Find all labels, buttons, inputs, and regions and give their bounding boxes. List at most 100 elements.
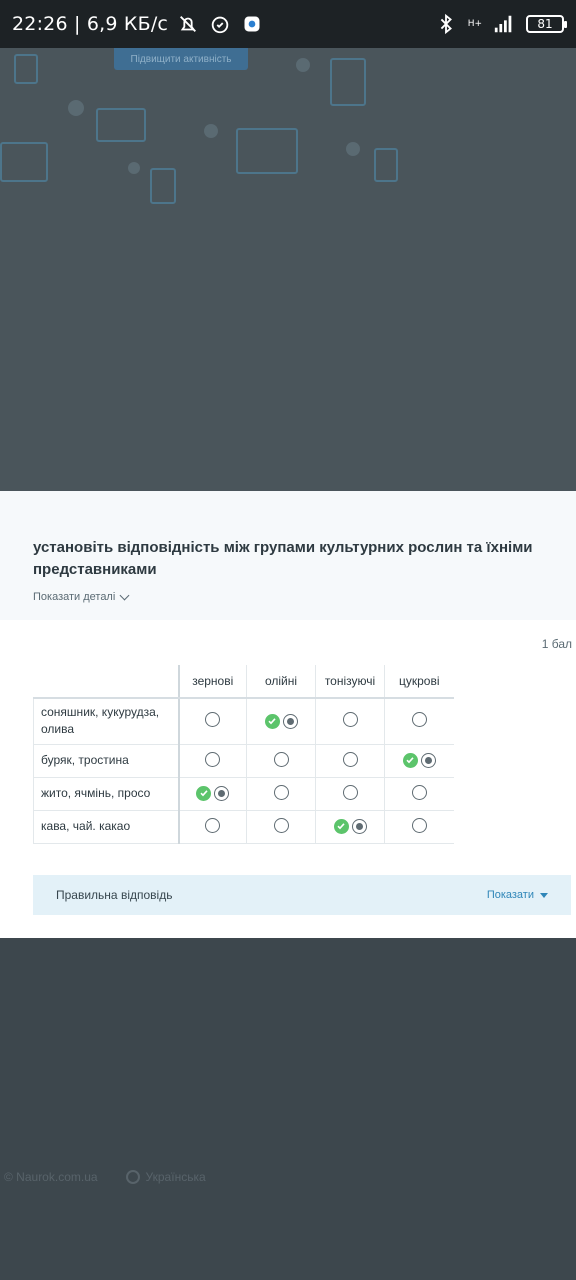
radio-button-selected[interactable]	[351, 818, 367, 834]
radio-button[interactable]	[411, 784, 427, 800]
matrix-cell	[177, 810, 247, 844]
matrix-corner	[33, 665, 179, 699]
decor-person-icon	[128, 162, 140, 174]
show-correct-answer-button[interactable]: Показати	[487, 889, 548, 901]
radio-button[interactable]	[205, 817, 221, 833]
row-label: кава, чай. какао	[33, 810, 179, 844]
radio-button[interactable]	[342, 784, 358, 800]
matrix-header-row: зернові олійні тонізуючі цукрові	[33, 665, 454, 699]
cell-content	[333, 818, 367, 834]
radio-button[interactable]	[273, 751, 289, 767]
matrix-cell	[177, 698, 247, 745]
row-label: соняшник, кукурудза, олива	[33, 698, 179, 745]
cell-content	[205, 712, 221, 728]
cell-content	[342, 712, 358, 728]
column-header: цукрові	[384, 665, 454, 699]
cell-content	[273, 817, 289, 833]
correct-answer-label: Правильна відповідь	[56, 888, 173, 902]
row-label: жито, ячмінь, просо	[33, 777, 179, 811]
cell-content	[411, 784, 427, 800]
correct-check-icon	[264, 713, 280, 729]
battery-level: 81	[537, 17, 553, 31]
signal-icon	[492, 12, 516, 36]
matrix-cell	[315, 810, 385, 844]
show-details-toggle[interactable]: Показати деталі	[33, 590, 543, 603]
matrix-row: жито, ячмінь, просо	[33, 777, 454, 811]
decor-screen-icon	[0, 142, 48, 182]
matrix-cell	[384, 698, 454, 745]
status-time-speed: 22:26 | 6,9 КБ/с	[12, 13, 169, 35]
caret-down-icon	[540, 892, 548, 898]
decor-monitor-icon	[236, 128, 298, 174]
chevron-down-icon	[119, 590, 130, 601]
decor-person-icon	[204, 124, 218, 138]
column-header: зернові	[177, 665, 247, 699]
cell-content	[342, 751, 358, 767]
matrix-row: кава, чай. какао	[33, 810, 454, 844]
matching-matrix: зернові олійні тонізуючі цукрові соняшни…	[33, 665, 454, 844]
status-bar: 22:26 | 6,9 КБ/с H+ 81	[0, 0, 576, 48]
question-points: 1 бал	[541, 637, 572, 651]
background-button: Підвищити активність	[114, 48, 248, 70]
globe-icon	[125, 1170, 140, 1184]
radio-button[interactable]	[411, 712, 427, 728]
radio-button[interactable]	[273, 817, 289, 833]
battery-icon: 81	[526, 15, 567, 33]
correct-answer-panel: Правильна відповідь Показати	[33, 875, 571, 915]
network-type: H+	[467, 19, 482, 29]
column-header: тонізуючі	[315, 665, 385, 699]
background-page: Підвищити активність	[0, 48, 576, 491]
mute-notifications-icon	[176, 12, 200, 36]
question-title: установіть відповідність між групами кул…	[33, 539, 533, 578]
matrix-row: соняшник, кукурудза, олива	[33, 698, 454, 745]
decor-tablet-icon	[374, 148, 398, 182]
decor-person-icon	[296, 58, 310, 72]
matrix-row: буряк, тростина	[33, 744, 454, 778]
cell-content	[402, 752, 436, 768]
cell-content	[273, 751, 289, 767]
decor-tablet-icon	[150, 168, 176, 204]
correct-check-icon	[402, 752, 418, 768]
footer-language: Українська	[125, 1170, 206, 1184]
correct-check-icon	[196, 785, 212, 801]
row-label: буряк, тростина	[33, 744, 179, 778]
matrix-cell	[315, 777, 385, 811]
column-header: олійні	[246, 665, 316, 699]
cell-content	[205, 817, 221, 833]
app-notification-icon	[240, 12, 264, 36]
radio-button[interactable]	[411, 817, 427, 833]
decor-laptop-icon	[96, 108, 146, 142]
cell-content	[411, 817, 427, 833]
show-correct-answer-label: Показати	[486, 889, 534, 901]
matrix-cell	[246, 744, 316, 778]
matrix-cell	[384, 810, 454, 844]
matrix-cell	[246, 698, 316, 745]
show-details-label: Показати деталі	[33, 591, 116, 603]
radio-button[interactable]	[342, 712, 358, 728]
radio-button-selected[interactable]	[420, 752, 436, 768]
correct-check-icon	[333, 818, 349, 834]
decor-person-icon	[346, 142, 360, 156]
radio-button-selected[interactable]	[282, 713, 298, 729]
radio-button[interactable]	[205, 712, 221, 728]
matrix-cell	[177, 744, 247, 778]
background-footer: © Naurok.com.ua Українська	[0, 1170, 206, 1184]
decor-tablet-icon	[14, 54, 38, 84]
cell-content	[411, 712, 427, 728]
radio-button-selected[interactable]	[214, 785, 230, 801]
matrix-cell	[384, 777, 454, 811]
cell-content	[205, 751, 221, 767]
radio-button[interactable]	[342, 751, 358, 767]
footer-brand: © Naurok.com.ua	[4, 1170, 98, 1184]
matrix-cell	[177, 777, 247, 811]
cell-content	[273, 784, 289, 800]
cell-content	[196, 785, 230, 801]
matrix-cell	[246, 810, 316, 844]
radio-button[interactable]	[273, 784, 289, 800]
alarm-icon	[208, 12, 232, 36]
matrix-cell	[384, 744, 454, 778]
radio-button[interactable]	[205, 751, 221, 767]
question-card: установіть відповідність між групами кул…	[0, 491, 576, 938]
matrix-cell	[315, 744, 385, 778]
bluetooth-icon	[434, 12, 458, 36]
